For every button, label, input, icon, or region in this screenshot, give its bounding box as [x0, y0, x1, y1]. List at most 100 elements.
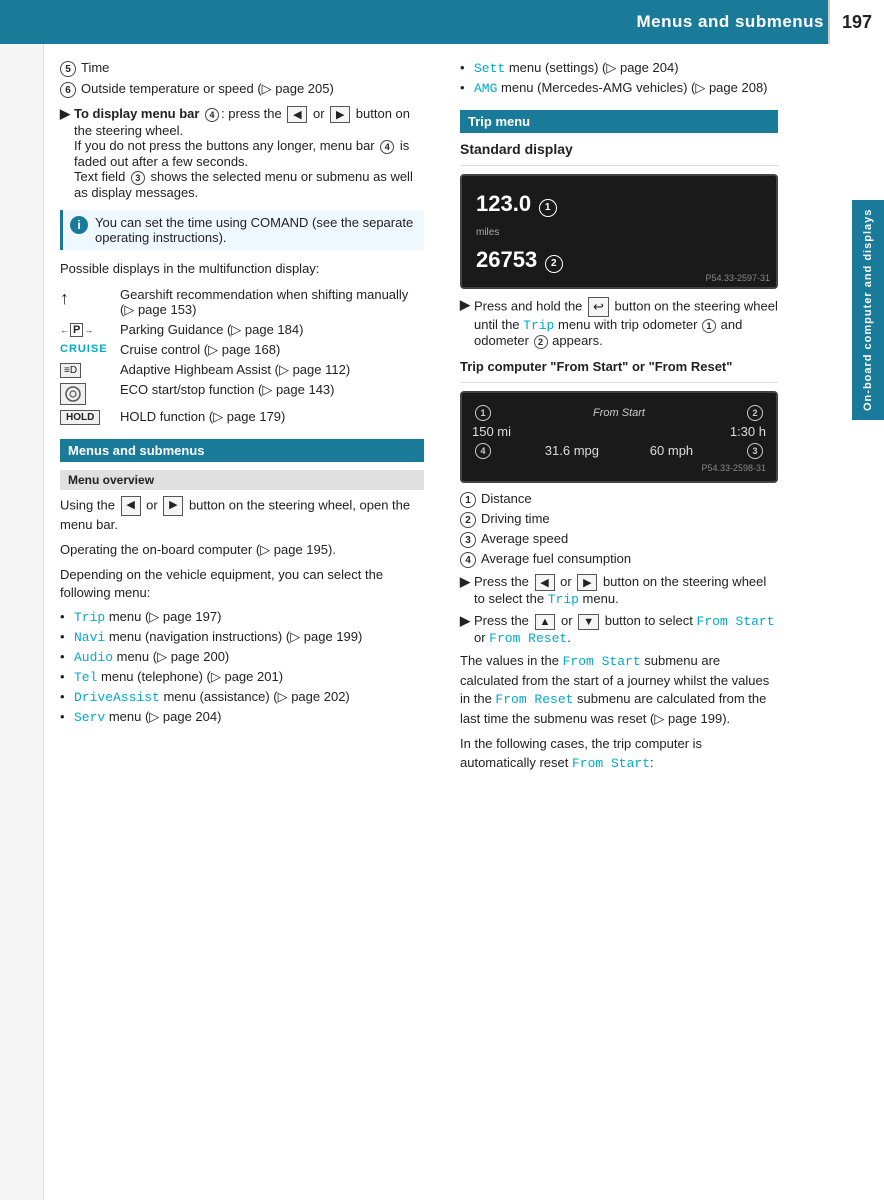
circle-5: 5	[60, 61, 76, 77]
info-box: i You can set the time using COMAND (see…	[60, 210, 424, 250]
menu-navi-text: Navi menu (navigation instructions) (▷ p…	[74, 629, 362, 645]
menu-sett-text: Sett menu (settings) (▷ page 204)	[474, 60, 679, 76]
numbered-item-3: 3 Average speed	[460, 531, 778, 548]
side-tab: On-board computer and displays	[852, 200, 884, 420]
screen2-numbered-list: 1 Distance 2 Driving time 3 Average spee…	[460, 491, 778, 568]
btn-reset[interactable]: ↩	[588, 297, 609, 317]
menu-item-audio: • Audio menu (▷ page 200)	[60, 649, 424, 665]
cruise-icon: CRUISE	[60, 343, 108, 355]
screen1-data: 123.0 1 miles 26753 2	[476, 186, 563, 277]
parking-icon-col: ←P→	[60, 322, 120, 337]
list-item-5: 5 Time	[60, 60, 424, 77]
press-btn-text-2: Press the ▲ or ▼ button to select From S…	[474, 613, 778, 646]
left-edge-decoration	[0, 0, 44, 1200]
menu-item-trip: • Trip menu (▷ page 197)	[60, 609, 424, 625]
info-text: You can set the time using COMAND (see t…	[95, 215, 417, 245]
arrow-press-hold: ▶	[460, 297, 470, 313]
display-menu-bar-text: To display menu bar 4: press the ◀ or ▶ …	[74, 106, 424, 200]
press-steer-1: ▶ Press the ◀ or ▶ button on the steerin…	[460, 574, 778, 607]
feature-parking: ←P→ Parking Guidance (▷ page 184)	[60, 322, 424, 338]
trip-menu-header: Trip menu	[460, 110, 778, 133]
arrow-steer-1: ▶	[460, 574, 470, 590]
item-6-text: Outside temperature or speed (▷ page 205…	[81, 81, 334, 97]
menu-item-serv: • Serv menu (▷ page 204)	[60, 709, 424, 725]
gearshift-text: Gearshift recommendation when shifting m…	[120, 287, 424, 318]
menu-audio-text: Audio menu (▷ page 200)	[74, 649, 229, 665]
item-3-label: Average speed	[481, 531, 568, 546]
hold-text: HOLD function (▷ page 179)	[120, 409, 424, 425]
item-5-text: Time	[81, 60, 109, 75]
menu-serv-text: Serv menu (▷ page 204)	[74, 709, 221, 725]
fs-callout-4: 4	[472, 442, 494, 459]
screen1-value1: 123.0	[476, 191, 531, 216]
feature-cruise: CRUISE Cruise control (▷ page 168)	[60, 342, 424, 358]
header-bar: Menus and submenus 197	[0, 0, 884, 44]
btn-right-1[interactable]: ▶	[330, 106, 350, 123]
divider-1	[460, 165, 778, 166]
screen-standard-display: 123.0 1 miles 26753 2 P54.33-2597-31	[460, 174, 778, 289]
menu-item-amg: • AMG menu (Mercedes-AMG vehicles) (▷ pa…	[460, 80, 778, 96]
menu-list-continued: • Sett menu (settings) (▷ page 204) • AM…	[460, 60, 778, 96]
fs-value-mpg: 31.6 mpg	[545, 443, 599, 458]
hold-icon: HOLD	[60, 410, 100, 425]
feature-eco: ECO start/stop function (▷ page 143)	[60, 382, 424, 405]
menu-driveassist-text: DriveAssist menu (assistance) (▷ page 20…	[74, 689, 350, 705]
btn-right-2[interactable]: ▶	[163, 496, 183, 516]
parking-icon: ←P→	[60, 323, 93, 337]
numbered-item-1: 1 Distance	[460, 491, 778, 508]
fs-label-from-start: From Start	[593, 407, 645, 419]
gearshift-icon: ↑	[60, 288, 69, 309]
auto-reset-text: In the following cases, the trip compute…	[460, 735, 778, 774]
btn-left-1[interactable]: ◀	[287, 106, 307, 123]
fs-value-130h: 1:30 h	[730, 424, 766, 439]
menu-overview-header: Menu overview	[60, 470, 424, 490]
numbered-item-2: 2 Driving time	[460, 511, 778, 528]
item-2-label: Driving time	[481, 511, 550, 526]
fs-row-top: 1 From Start 2	[472, 404, 766, 421]
press-btn-2: ▶ Press the ▲ or ▼ button to select From…	[460, 613, 778, 646]
hold-icon-col: HOLD	[60, 409, 120, 425]
btn-down[interactable]: ▼	[578, 614, 599, 630]
numbered-item-4: 4 Average fuel consumption	[460, 551, 778, 568]
menu-item-tel: • Tel menu (telephone) (▷ page 201)	[60, 669, 424, 685]
fs-callout-3: 3	[744, 442, 766, 459]
feature-hold: HOLD HOLD function (▷ page 179)	[60, 409, 424, 425]
fs-callout-1: 1	[472, 404, 494, 421]
cruise-text: Cruise control (▷ page 168)	[120, 342, 424, 358]
menu-trip-text: Trip menu (▷ page 197)	[74, 609, 221, 625]
arrow-btn-2: ▶	[460, 613, 470, 629]
item-1-label: Distance	[481, 491, 532, 506]
btn-right-3[interactable]: ▶	[577, 574, 597, 591]
main-content: 5 Time 6 Outside temperature or speed (▷…	[0, 44, 884, 1200]
highbeam-icon: ≡D	[60, 363, 81, 378]
screen1-caption: P54.33-2597-31	[705, 273, 770, 283]
menu-item-driveassist: • DriveAssist menu (assistance) (▷ page …	[60, 689, 424, 705]
arrow-symbol: ▶	[60, 106, 70, 122]
screen-from-start: 1 From Start 2 150 mi 1:30 h 4 31.6 mpg …	[460, 391, 778, 483]
gearshift-icon-col: ↑	[60, 287, 120, 309]
operating-text: Operating the on-board computer (▷ page …	[60, 541, 424, 560]
btn-up[interactable]: ▲	[535, 614, 556, 630]
fs-row-bot: 4 31.6 mpg 60 mph 3	[472, 442, 766, 459]
btn-left-2[interactable]: ◀	[121, 496, 141, 516]
fs-callout-2: 2	[744, 404, 766, 421]
header-title: Menus and submenus	[636, 12, 824, 32]
feature-gearshift: ↑ Gearshift recommendation when shifting…	[60, 287, 424, 318]
highbeam-icon-col: ≡D	[60, 362, 120, 378]
menu-item-sett: • Sett menu (settings) (▷ page 204)	[460, 60, 778, 76]
feature-table: ↑ Gearshift recommendation when shifting…	[60, 287, 424, 425]
press-hold-text: Press and hold the ↩ button on the steer…	[474, 297, 778, 349]
highbeam-text: Adaptive Highbeam Assist (▷ page 112)	[120, 362, 424, 378]
menu-tel-text: Tel menu (telephone) (▷ page 201)	[74, 669, 283, 685]
press-hold-item: ▶ Press and hold the ↩ button on the ste…	[460, 297, 778, 349]
screen1-label1: miles	[476, 227, 499, 238]
menu-amg-text: AMG menu (Mercedes-AMG vehicles) (▷ page…	[474, 80, 768, 96]
values-explanation: The values in the From Start submenu are…	[460, 652, 778, 729]
eco-icon-col	[60, 382, 120, 405]
info-icon: i	[70, 216, 88, 234]
depending-text: Depending on the vehicle equipment, you …	[60, 566, 424, 604]
screen2-caption: P54.33-2598-31	[472, 463, 766, 473]
circle-6: 6	[60, 82, 76, 98]
eco-icon	[60, 383, 86, 405]
btn-left-3[interactable]: ◀	[535, 574, 555, 591]
